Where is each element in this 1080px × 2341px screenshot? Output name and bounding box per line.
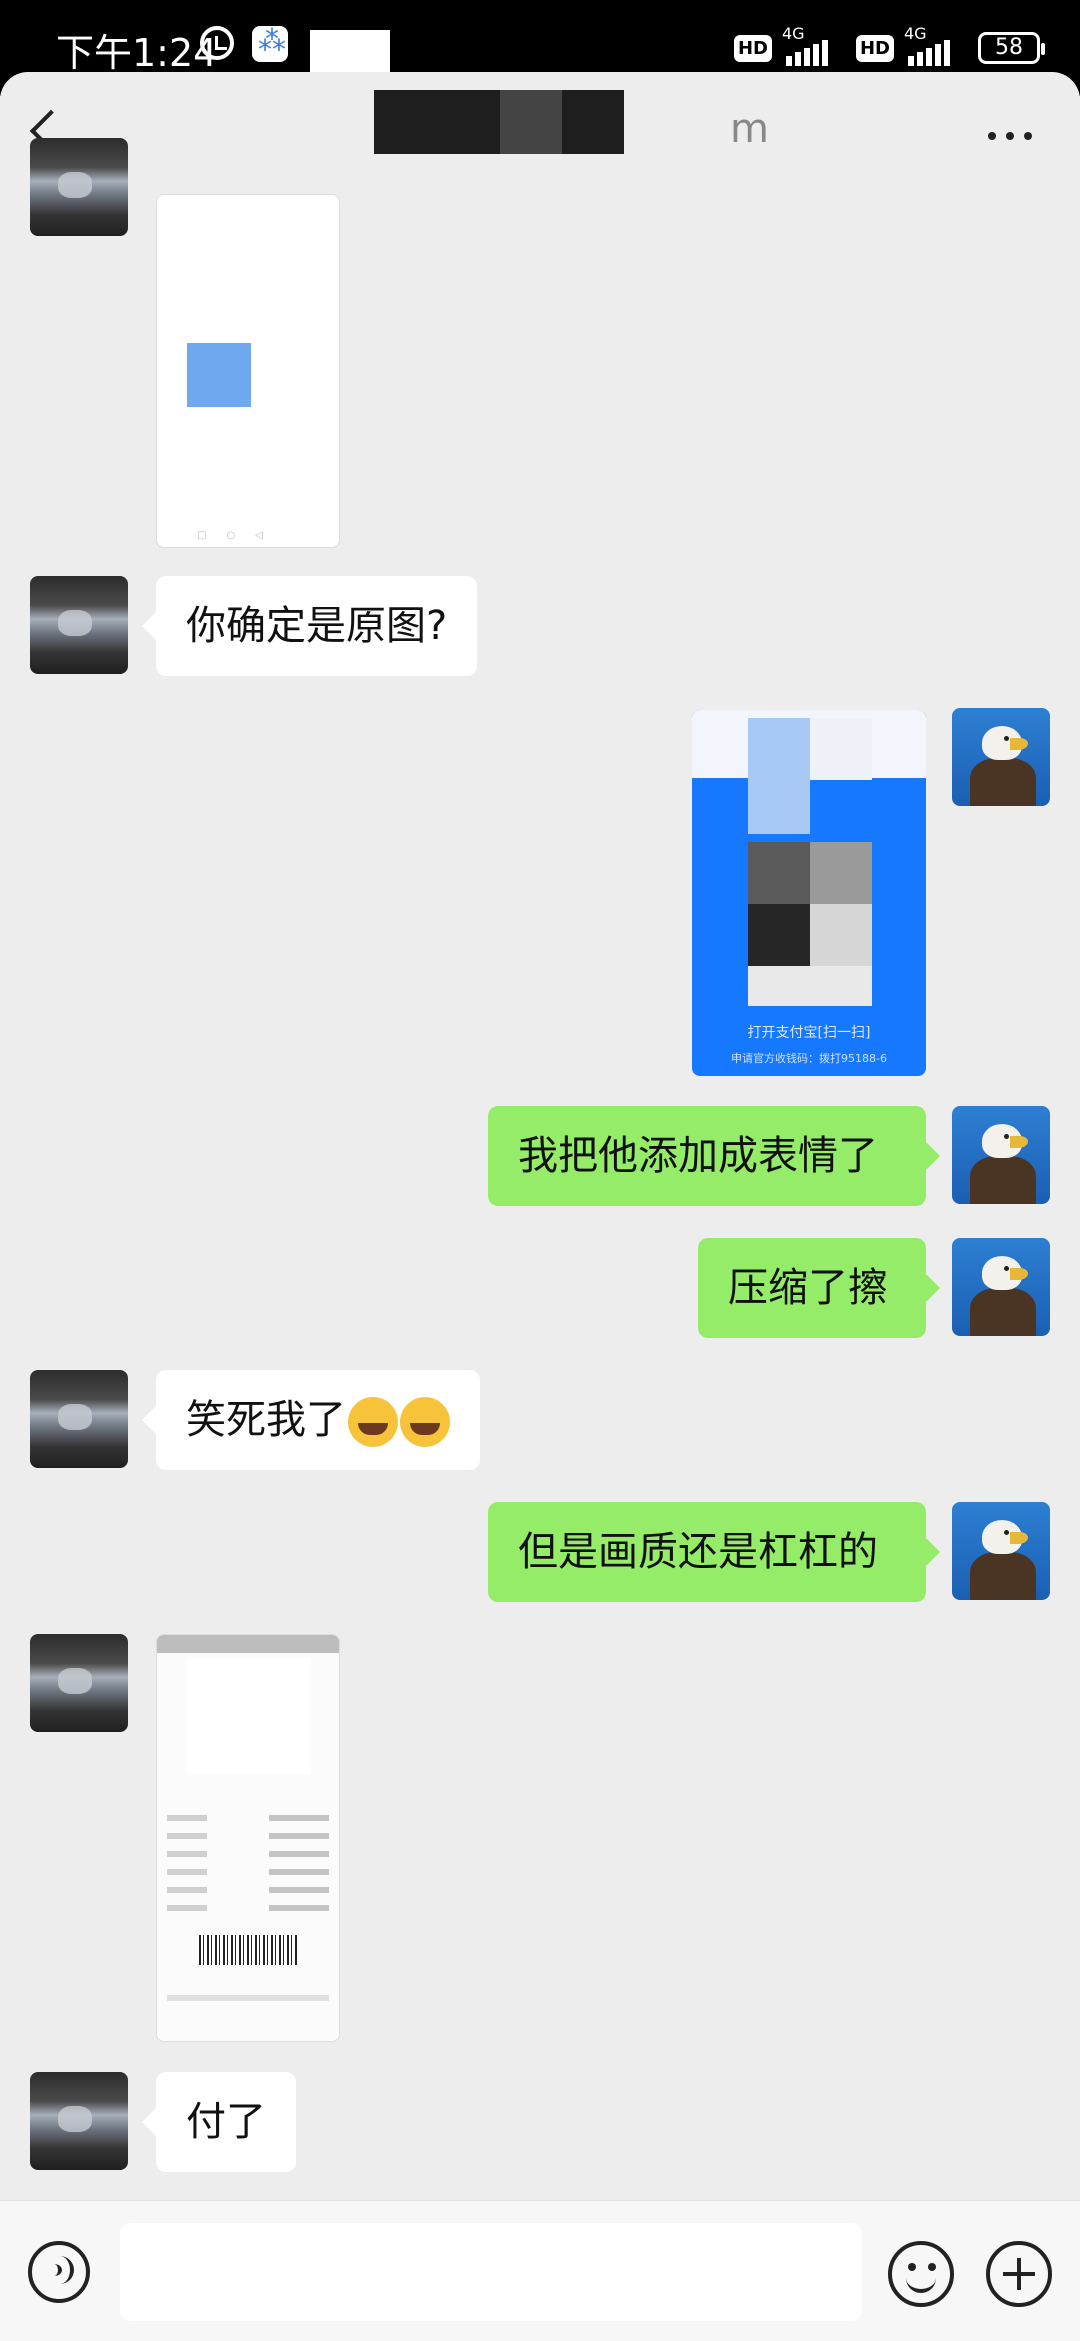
image-text-row (167, 1815, 329, 1823)
emoji-icon[interactable] (888, 2241, 954, 2307)
pixel-block (810, 842, 872, 904)
contact-avatar[interactable] (30, 1370, 128, 1468)
hd-badge: HD (855, 34, 894, 62)
barcode (199, 1935, 299, 1965)
laughing-crying-emoji-icon (400, 1397, 450, 1447)
chat-title-redacted (374, 90, 624, 154)
pixel-block (810, 718, 872, 780)
message-text: 笑死我了 (186, 1397, 346, 1443)
image-content (187, 1657, 311, 1775)
image-nav-bar: □○◁ (197, 530, 283, 541)
image-status-bar (157, 1635, 339, 1653)
message-input[interactable] (120, 2223, 862, 2321)
image-text-row (167, 1905, 329, 1913)
image-content (187, 343, 251, 407)
message-bubble-sent[interactable]: 压缩了擦 (698, 1238, 940, 1338)
sent-image-message[interactable]: 打开支付宝[扫一扫] 申请官方收钱码：拨打95188-6 (692, 710, 926, 1076)
message-bubble-received[interactable]: 你确定是原图? (141, 576, 478, 676)
status-time: 下午1:24 (56, 31, 218, 75)
laughing-crying-emoji-icon (348, 1397, 398, 1447)
signal-icon: 4G (904, 24, 968, 68)
received-image-message[interactable] (156, 1634, 340, 2042)
contact-avatar[interactable] (30, 1634, 128, 1732)
chat-title: m (730, 106, 769, 152)
contact-avatar[interactable] (30, 576, 128, 674)
my-avatar[interactable] (952, 1238, 1050, 1336)
received-image-message[interactable]: □○◁ (156, 194, 340, 548)
image-caption-small: 申请官方收钱码：拨打95188-6 (731, 1052, 887, 1065)
message-bubble-received[interactable]: 付了 (142, 2072, 296, 2172)
pixel-block (748, 966, 872, 1006)
contact-avatar[interactable] (30, 138, 128, 236)
image-text-row (167, 1869, 329, 1877)
message-bubble-received[interactable]: 笑死我了 (142, 1370, 480, 1470)
my-avatar[interactable] (952, 1106, 1050, 1204)
battery-level: 58 (995, 35, 1023, 60)
pixel-block (748, 904, 810, 966)
pixel-block (748, 718, 810, 834)
my-avatar[interactable] (952, 708, 1050, 806)
my-avatar[interactable] (952, 1502, 1050, 1600)
voice-icon[interactable] (28, 2241, 90, 2303)
image-text-row (167, 1833, 329, 1841)
pixel-block (748, 842, 810, 904)
hd-badge: HD (733, 34, 772, 62)
more-options-icon[interactable] (988, 132, 1032, 140)
message-bubble-sent[interactable]: 我把他添加成表情了 (488, 1106, 940, 1206)
chat-header: m (0, 72, 1080, 194)
message-bubble-sent[interactable]: 但是画质还是杠杠的 (488, 1502, 940, 1602)
image-text-row (167, 1851, 329, 1859)
plus-icon[interactable] (986, 2241, 1052, 2307)
pixel-block (810, 904, 872, 966)
signal-icon: 4G (782, 24, 846, 68)
image-text-row (167, 1887, 329, 1895)
battery-icon: 58 (978, 32, 1045, 64)
app-notification-icon (252, 24, 288, 62)
contact-avatar[interactable] (30, 2072, 128, 2170)
alarm-icon (200, 26, 234, 60)
image-caption: 打开支付宝[扫一扫] (747, 1025, 871, 1041)
image-footer (167, 1995, 329, 2001)
input-bar (0, 2200, 1080, 2341)
